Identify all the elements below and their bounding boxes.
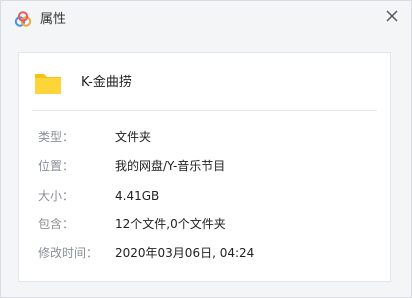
property-value: 12个文件,0个文件夹 — [115, 217, 226, 231]
property-value: 4.41GB — [115, 189, 160, 203]
property-row-type: 类型： 文件夹 — [19, 128, 390, 146]
property-row-contains: 包含： 12个文件,0个文件夹 — [19, 215, 390, 233]
dialog-title: 属性 — [40, 12, 67, 27]
property-row-size: 大小： 4.41GB — [19, 187, 390, 205]
folder-icon — [35, 74, 61, 94]
property-label: 大小： — [38, 189, 75, 203]
baidu-netdisk-cloud-icon — [14, 11, 32, 27]
property-row-location: 位置： 我的网盘/Y-音乐节目 — [19, 157, 390, 175]
property-label: 类型： — [38, 130, 75, 144]
property-row-modified: 修改时间： 2020年03月06日, 04:24 — [19, 244, 390, 262]
property-label: 修改时间： — [38, 246, 99, 260]
properties-dialog: 属性 K-金曲捞 类型： 文件夹 位置： 我的网盘/Y-音乐节目 大小： 4.4… — [0, 0, 412, 298]
property-value: 文件夹 — [115, 130, 152, 144]
file-name: K-金曲捞 — [81, 75, 132, 90]
property-label: 包含： — [38, 217, 75, 231]
property-value: 2020年03月06日, 04:24 — [115, 246, 255, 260]
close-icon[interactable] — [383, 7, 401, 25]
property-label: 位置： — [38, 159, 75, 173]
property-value: 我的网盘/Y-音乐节目 — [115, 159, 226, 173]
divider — [32, 110, 377, 111]
properties-panel: K-金曲捞 类型： 文件夹 位置： 我的网盘/Y-音乐节目 大小： 4.41GB… — [18, 52, 391, 282]
title-bar[interactable]: 属性 — [1, 1, 411, 39]
